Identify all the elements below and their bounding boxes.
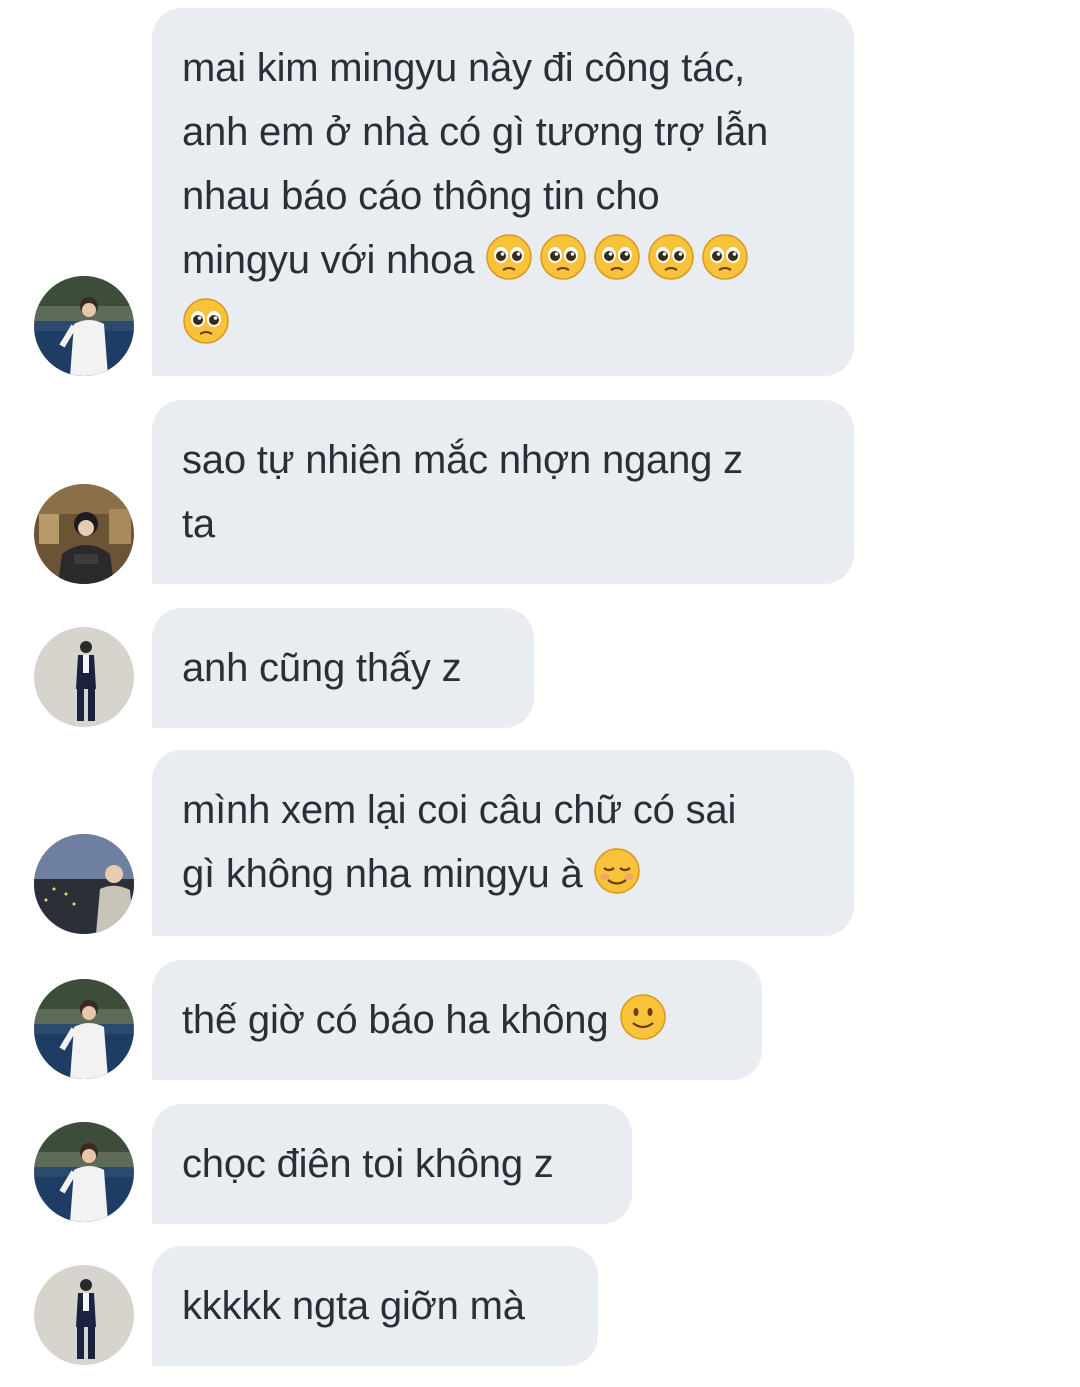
avatar-cafe-hoodie-icon	[34, 484, 134, 584]
pleading-face-emoji	[539, 233, 587, 281]
avatar[interactable]	[34, 276, 134, 376]
avatar-sea-white-shirt-icon	[34, 1122, 134, 1222]
slight-smile-emoji	[619, 993, 667, 1041]
pleading-face-emoji	[593, 233, 641, 281]
message-bubble[interactable]: thế giờ có báo ha không	[152, 960, 762, 1080]
avatar-sea-white-shirt-icon	[34, 979, 134, 1079]
avatar[interactable]	[34, 627, 134, 727]
message-bubble[interactable]: anh cũng thấy z	[152, 608, 534, 728]
avatar-city-night-icon	[34, 834, 134, 934]
pleading-face-emoji	[182, 297, 230, 345]
message-bubble[interactable]: mai kim mingyu này đi công tác, anh em ở…	[152, 8, 854, 376]
avatar-suit-standing-icon	[34, 627, 134, 727]
message-text: thế giờ có báo ha không	[182, 998, 609, 1042]
message-text: mình xem lại coi câu chữ có sai gì không…	[182, 788, 737, 896]
pleading-face-emoji	[701, 233, 749, 281]
message-bubble[interactable]: chọc điên toi không z	[152, 1104, 632, 1224]
message-text: chọc điên toi không z	[182, 1142, 554, 1186]
avatar-sea-white-shirt-icon	[34, 276, 134, 376]
pleading-face-emoji	[647, 233, 695, 281]
avatar[interactable]	[34, 484, 134, 584]
avatar[interactable]	[34, 979, 134, 1079]
avatar[interactable]	[34, 834, 134, 934]
avatar-suit-standing-icon	[34, 1265, 134, 1365]
message-text: anh cũng thấy z	[182, 646, 462, 690]
pleading-face-emoji	[485, 233, 533, 281]
avatar[interactable]	[34, 1122, 134, 1222]
message-bubble[interactable]: kkkkk ngta giỡn mà	[152, 1246, 598, 1366]
message-text: kkkkk ngta giỡn mà	[182, 1284, 525, 1328]
relieved-smile-emoji	[593, 847, 641, 895]
message-bubble[interactable]: mình xem lại coi câu chữ có sai gì không…	[152, 750, 854, 936]
message-text: sao tự nhiên mắc nhợn ngang z ta	[182, 438, 743, 546]
message-bubble[interactable]: sao tự nhiên mắc nhợn ngang z ta	[152, 400, 854, 584]
avatar[interactable]	[34, 1265, 134, 1365]
